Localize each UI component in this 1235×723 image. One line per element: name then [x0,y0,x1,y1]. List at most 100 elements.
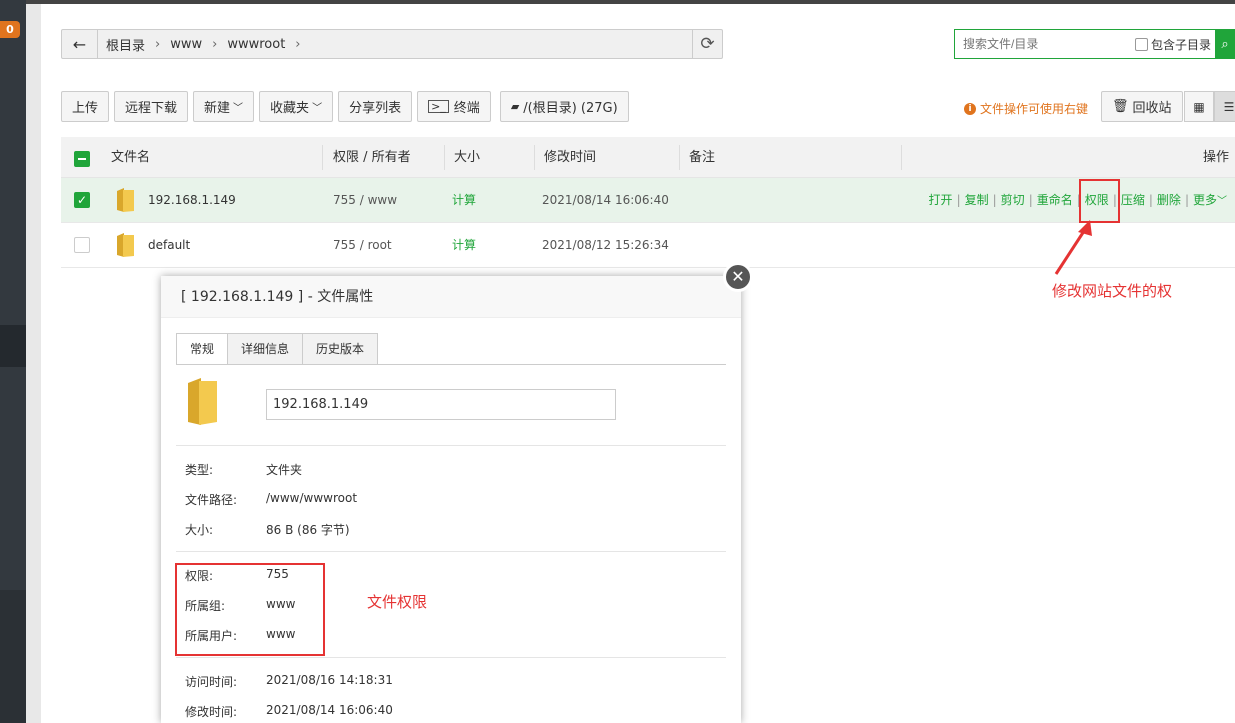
terminal-button[interactable]: >_ 终端 [417,91,491,122]
folder-icon [117,233,134,257]
sidebar-active-item[interactable] [0,325,26,367]
annotation-perm-note: 文件权限 [367,593,428,611]
recycle-bin-button[interactable]: 🗑 回收站 [1101,91,1183,122]
trash-icon: 🗑 [1112,99,1129,114]
tab-general[interactable]: 常规 [176,333,229,365]
atime-label: 访问时间: [185,675,238,689]
dialog-tabs: 常规 详细信息 历史版本 [176,333,379,365]
chevron-right-icon: › [155,36,161,52]
path-label: 文件路径: [185,493,238,507]
op-separator: | [956,193,961,207]
refresh-icon[interactable]: ⟳ [692,30,722,58]
tab-history[interactable]: 历史版本 [302,333,379,364]
arrow-left-icon[interactable]: ← [62,30,98,58]
annotation-permission-note: 修改网站文件的权 [1052,282,1173,300]
header-ops: 操作 [1202,150,1229,165]
op-separator: | [1148,193,1153,207]
file-size[interactable]: 计算 [452,223,476,268]
chevron-right-icon: › [295,36,301,52]
table-row[interactable]: ✓ 192.168.1.149 755 / www 计算 2021/08/14 … [61,178,1235,223]
upload-button[interactable]: 上传 [61,91,110,122]
folder-icon [188,378,217,425]
file-name[interactable]: 192.168.1.149 [148,178,236,223]
file-mtime: 2021/08/12 15:26:34 [542,238,669,252]
header-perm[interactable]: 权限 / 所有者 [333,137,411,178]
op-separator: | [992,193,997,207]
header-divider [322,145,323,170]
header-mtime[interactable]: 修改时间 [544,137,596,178]
share-list-button[interactable]: 分享列表 [338,91,413,122]
include-subdir-checkbox[interactable] [1134,37,1148,51]
divider [176,657,726,658]
crumb-root[interactable]: 根目录 [106,35,145,54]
rename-link[interactable]: 重命名 [1037,178,1073,223]
table-header: 文件名 权限 / 所有者 大小 修改时间 备注 操作 [61,137,1235,178]
divider [176,445,726,446]
select-all-checkbox[interactable] [74,151,90,167]
file-perm[interactable]: 755 / www [333,178,397,223]
tab-details[interactable]: 详细信息 [227,333,304,364]
atime-value: 2021/08/16 14:18:31 [266,673,393,687]
remote-download-button[interactable]: 远程下载 [114,91,189,122]
row-checkbox[interactable]: ✓ [74,192,90,208]
chevron-right-icon: › [212,36,218,52]
toolbar: 上传 远程下载 新建 ﹀ 收藏夹 ﹀ 分享列表 >_ 终端 ▰/(根目录) (27G) [61,91,629,122]
favorites-button[interactable]: 收藏夹 ﹀ [259,91,334,122]
type-label: 类型: [185,463,214,477]
copy-link[interactable]: 复制 [965,178,989,223]
type-value: 文件夹 [266,463,303,477]
include-subdir-label: 包含子目录 [1150,37,1211,52]
size-label: 大小: [185,523,214,537]
sidebar: 0 [0,0,26,723]
terminal-icon: >_ [428,100,449,113]
search-input[interactable] [955,30,1135,58]
row-checkbox[interactable] [74,237,90,253]
compress-link[interactable]: 压缩 [1121,178,1145,223]
open-link[interactable]: 打开 [929,178,953,223]
grid-view-icon[interactable]: ▦ [1184,91,1214,122]
disk-button[interactable]: ▰/(根目录) (27G) [499,91,629,122]
mtime-label: 修改时间: [185,705,238,719]
dialog-title: [ 192.168.1.149 ] - 文件属性 [161,276,741,318]
cut-link[interactable]: 剪切 [1001,178,1025,223]
close-icon[interactable]: ✕ [723,262,753,292]
folder-icon [117,188,134,212]
annotation-highlight-box [1079,179,1120,223]
path-bar: ← 根目录 › www › wwwroot › ⟳ [61,29,723,59]
annotation-highlight-box [175,563,325,656]
tab-divider [176,364,726,365]
file-name-field[interactable]: 192.168.1.149 [266,389,616,420]
op-separator: | [1028,193,1033,207]
right-click-tip: i 文件操作可使用右键 [964,100,1088,117]
view-toggle: ▦ ☰ [1184,91,1235,122]
notification-badge[interactable]: 0 [0,21,20,38]
chevron-down-icon: ﹀ [233,103,244,114]
mtime-value: 2021/08/14 16:06:40 [266,703,393,717]
crumb-www[interactable]: www [170,37,202,52]
breadcrumb: 根目录 › www › wwwroot › [98,35,692,54]
file-perm[interactable]: 755 / root [333,223,392,268]
crumb-wwwroot[interactable]: wwwroot [227,37,285,52]
header-name[interactable]: 文件名 [111,137,150,178]
header-divider [534,145,535,170]
path-value: /www/wwwroot [266,491,358,505]
list-view-icon[interactable]: ☰ [1214,91,1235,122]
header-divider [901,145,902,170]
new-button[interactable]: 新建 ﹀ [193,91,255,122]
file-name[interactable]: default [148,223,190,268]
annotation-arrow [1054,220,1092,275]
sidebar-lower [0,590,26,723]
size-value: 86 B (86 字节) [266,523,350,537]
delete-link[interactable]: 删除 [1157,178,1181,223]
file-size[interactable]: 计算 [452,178,476,223]
op-separator: | [1184,193,1189,207]
header-divider [444,145,445,170]
disk-icon: ▰ [510,100,520,113]
include-subdir[interactable]: 包含子目录 [1134,36,1211,53]
header-note[interactable]: 备注 [689,137,715,178]
header-size[interactable]: 大小 [454,137,480,178]
more-link[interactable]: 更多﹀ [1193,178,1227,223]
chevron-down-icon: ﹀ [312,103,323,114]
info-icon: i [964,102,976,115]
search-icon[interactable]: ⌕ [1215,29,1235,59]
